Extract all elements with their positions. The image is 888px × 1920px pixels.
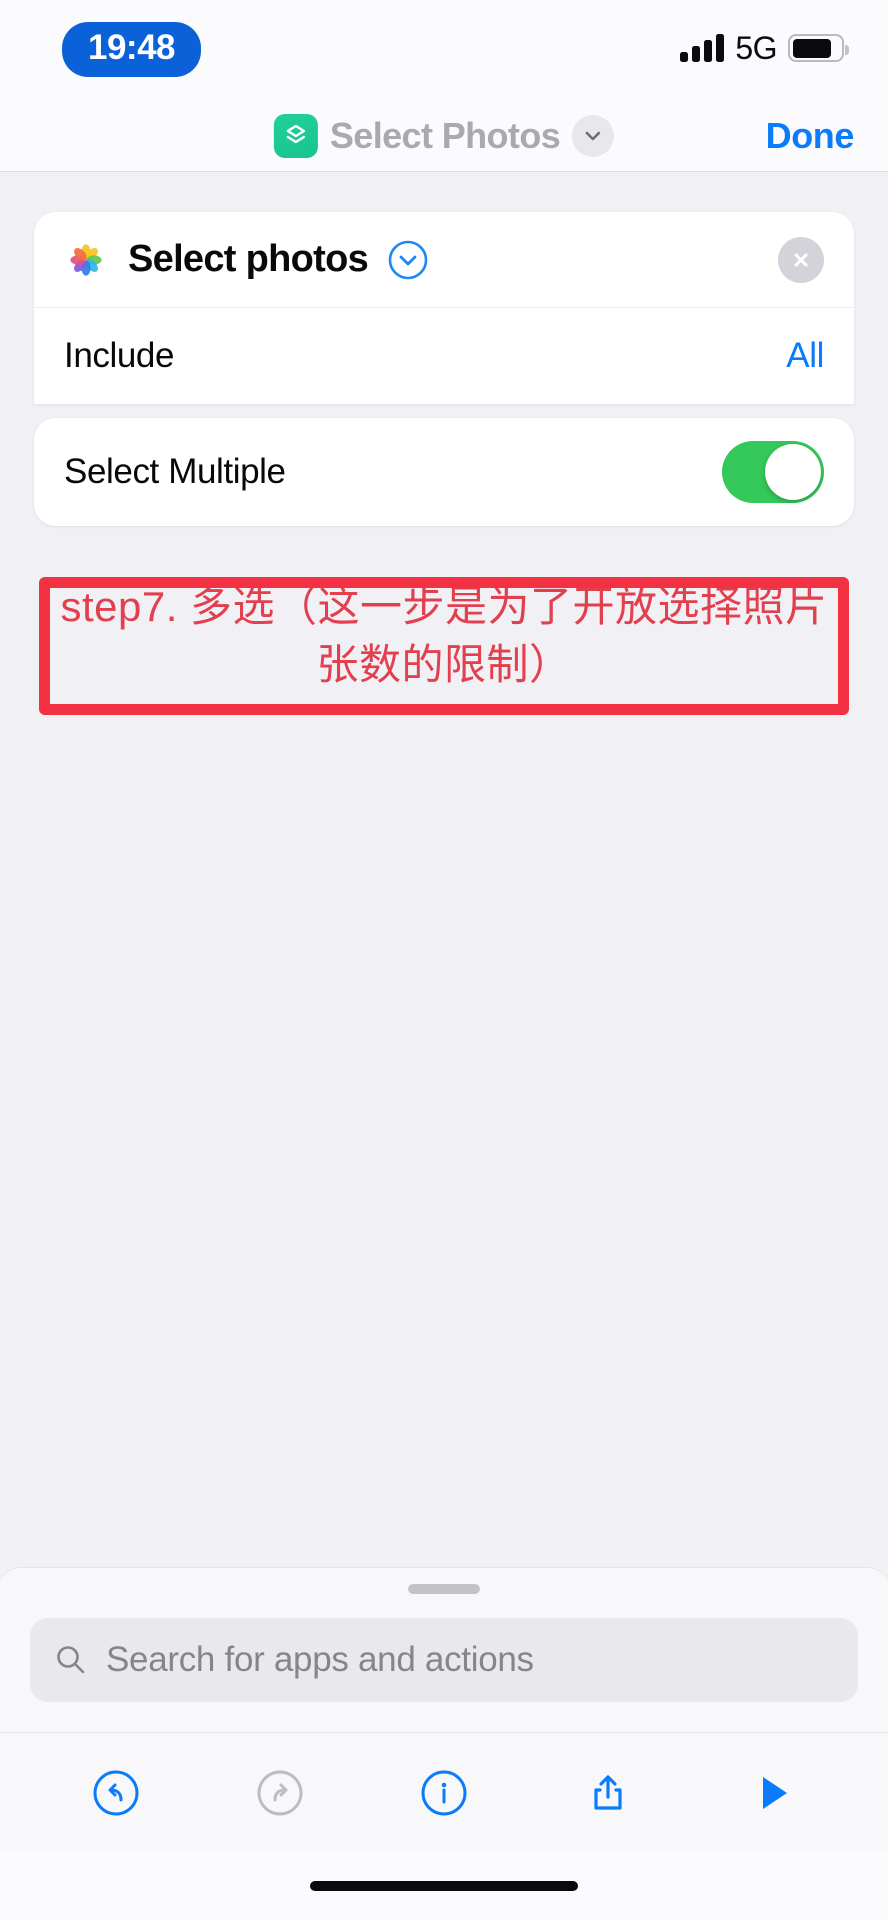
search-icon xyxy=(57,1646,85,1674)
phone-screen: 19:48 5G Select Photos Done Select photo… xyxy=(0,0,888,1920)
home-indicator[interactable] xyxy=(310,1881,578,1891)
sheet-grabber[interactable] xyxy=(408,1584,480,1594)
action-header-row[interactable]: Select photos xyxy=(34,212,854,308)
page-title: Select Photos xyxy=(329,114,561,156)
parameter-label: Include xyxy=(64,336,175,375)
parameter-row-select-multiple[interactable]: Select Multiple xyxy=(34,418,854,526)
select-multiple-card[interactable]: Select Multiple xyxy=(34,418,854,526)
shortcut-canvas: Select photos Include All Select Multipl… xyxy=(0,172,888,1567)
status-indicators: 5G xyxy=(680,26,849,70)
network-type-label: 5G xyxy=(735,30,777,66)
done-button[interactable]: Done xyxy=(766,115,855,157)
status-bar: 19:48 5G xyxy=(0,0,888,100)
select-multiple-toggle[interactable] xyxy=(722,441,824,503)
home-indicator-area xyxy=(0,1852,888,1920)
chevron-down-circle-icon[interactable] xyxy=(386,238,430,282)
select-multiple-label: Select Multiple xyxy=(64,452,286,491)
action-title: Select photos xyxy=(128,238,369,280)
navigation-bar: Select Photos Done xyxy=(0,100,888,172)
bottom-sheet: Search for apps and actions xyxy=(0,1567,888,1732)
share-icon[interactable] xyxy=(571,1756,645,1830)
search-input[interactable]: Search for apps and actions xyxy=(30,1618,858,1702)
status-time: 19:48 xyxy=(62,22,202,77)
action-card-stack: Select photos Include All Select Multipl… xyxy=(34,212,854,715)
toggle-knob xyxy=(765,444,821,500)
undo-icon[interactable] xyxy=(79,1756,153,1830)
cellular-signal-icon xyxy=(680,34,725,62)
play-icon[interactable] xyxy=(735,1756,809,1830)
parameter-row-include[interactable]: Include All xyxy=(34,308,854,404)
photos-app-icon xyxy=(64,237,108,282)
chevron-down-icon[interactable] xyxy=(572,114,615,157)
shortcuts-app-icon xyxy=(273,113,318,158)
annotation-text: step7. 多选（这一步是为了开放选择照片张数的限制） xyxy=(60,583,828,688)
battery-icon xyxy=(788,34,849,62)
close-circle-icon[interactable] xyxy=(778,236,824,283)
info-icon[interactable] xyxy=(407,1756,481,1830)
select-photos-action-card[interactable]: Select photos Include All xyxy=(34,212,854,404)
editor-toolbar xyxy=(0,1732,888,1852)
parameter-value[interactable]: All xyxy=(786,336,824,376)
redo-icon xyxy=(243,1756,317,1830)
search-placeholder: Search for apps and actions xyxy=(106,1640,534,1679)
shortcut-title-group[interactable]: Select Photos xyxy=(273,113,615,158)
